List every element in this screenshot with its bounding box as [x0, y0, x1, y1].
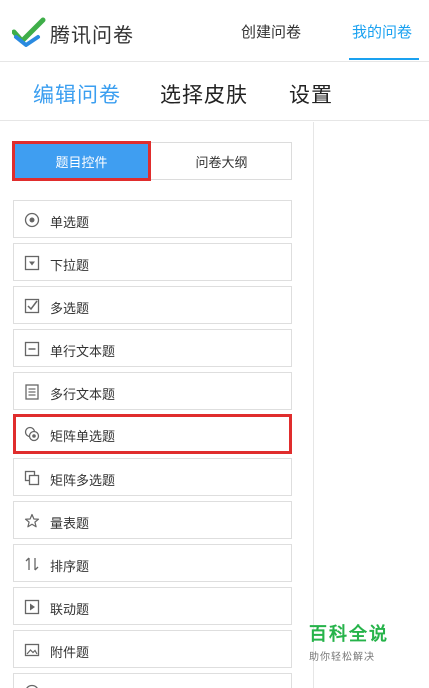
question-type-single-choice[interactable]: 单选题 [13, 200, 292, 238]
watermark-title: 百科全说 [309, 624, 389, 645]
survey-outline-button[interactable]: 问卷大纲 [151, 142, 292, 180]
question-type-label: 附件题 [50, 646, 90, 661]
question-type-label: 下拉题 [50, 259, 90, 274]
question-type-label: 多选题 [50, 302, 90, 317]
question-type-attachment[interactable]: 附件题 [13, 630, 292, 668]
watermark-subtitle: 助你轻松解决 [309, 652, 375, 663]
question-type-matrix-multiple-choice[interactable]: 矩阵多选题 [13, 458, 292, 496]
tab-choose-skin[interactable]: 选择皮肤 [160, 79, 248, 109]
single-line-text-icon [24, 341, 40, 357]
editor-tab-bar: 编辑问卷 选择皮肤 设置 [0, 62, 429, 121]
nav-create-survey[interactable]: 创建问卷 [241, 21, 301, 42]
nav-active-underline [349, 58, 419, 60]
question-type-label: 矩阵多选题 [50, 474, 116, 489]
question-type-label: 矩阵单选题 [50, 430, 116, 445]
multi-line-text-icon [25, 384, 39, 400]
linkage-icon [24, 599, 40, 615]
watermark: 百科全说 助你轻松解决 [309, 620, 399, 663]
question-type-multiple-choice[interactable]: 多选题 [13, 286, 292, 324]
matrix-radio-icon [24, 426, 40, 442]
question-type-label: 量表题 [50, 517, 90, 532]
question-type-matrix-single-choice[interactable]: 矩阵单选题 [13, 414, 292, 454]
partial-item-icon [26, 684, 38, 688]
question-type-single-line-text[interactable]: 单行文本题 [13, 329, 292, 367]
top-header: 腾讯问卷 创建问卷 我的问卷 [0, 0, 429, 62]
question-type-label: 联动题 [50, 603, 90, 618]
sort-icon [25, 557, 39, 571]
radio-icon [24, 212, 40, 228]
attachment-image-icon [24, 643, 40, 657]
question-type-scale[interactable]: 量表题 [13, 501, 292, 539]
star-icon [24, 513, 40, 528]
question-type-multi-line-text[interactable]: 多行文本题 [13, 372, 292, 410]
question-type-label: 排序题 [50, 560, 90, 575]
panel-divider [313, 122, 314, 688]
tab-settings[interactable]: 设置 [289, 79, 333, 109]
tab-edit-survey[interactable]: 编辑问卷 [33, 79, 121, 109]
question-type-label: 单选题 [50, 216, 90, 231]
question-controls-button[interactable]: 题目控件 [12, 141, 151, 181]
question-type-sort[interactable]: 排序题 [13, 544, 292, 582]
checkbox-icon [24, 298, 40, 314]
tencent-survey-logo-icon[interactable] [12, 15, 46, 47]
dropdown-icon [24, 255, 40, 271]
question-type-label: 多行文本题 [50, 388, 116, 403]
question-type-linkage[interactable]: 联动题 [13, 587, 292, 625]
brand-name[interactable]: 腾讯问卷 [50, 19, 134, 48]
question-type-label: 单行文本题 [50, 345, 116, 360]
matrix-checkbox-icon [24, 470, 40, 486]
nav-my-surveys[interactable]: 我的问卷 [352, 21, 412, 42]
question-type-partial[interactable] [13, 673, 292, 688]
question-type-dropdown[interactable]: 下拉题 [13, 243, 292, 281]
